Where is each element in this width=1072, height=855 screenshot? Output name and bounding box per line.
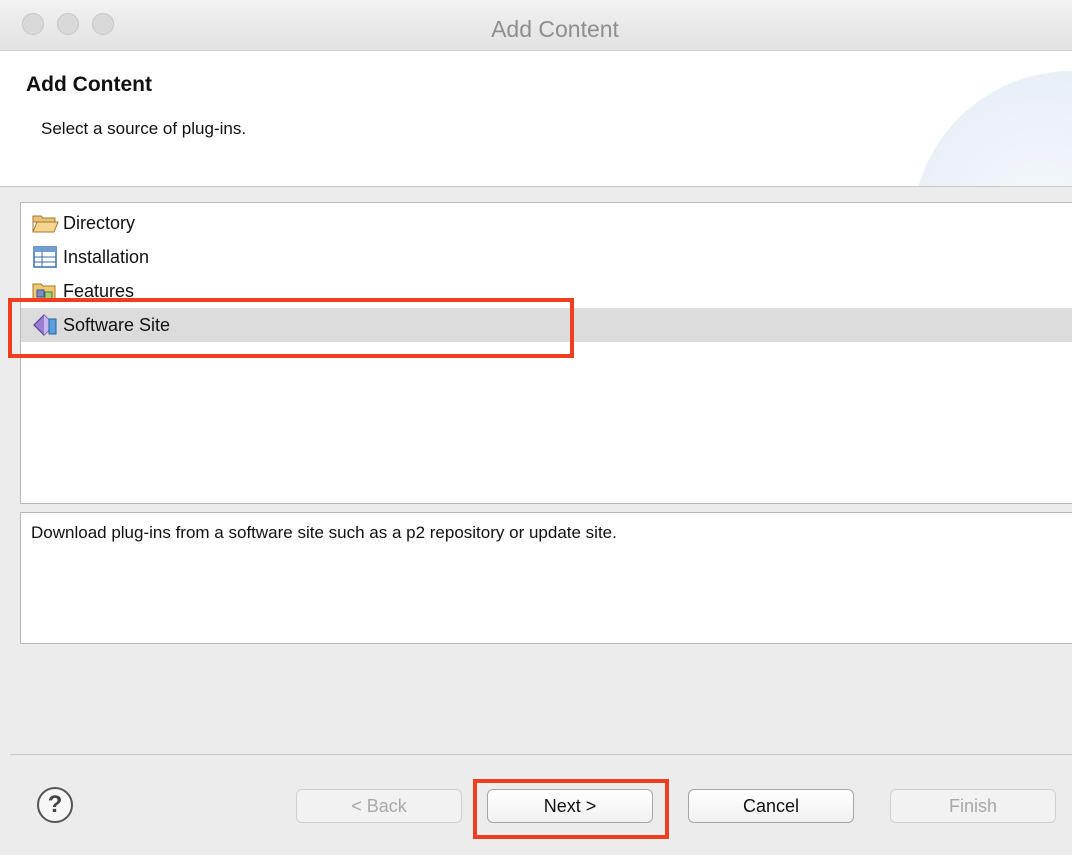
folder-open-icon [30,208,60,238]
back-button[interactable]: < Back [296,789,462,823]
window-title: Add Content [491,16,619,42]
installation-icon [30,242,60,272]
description-text: Download plug-ins from a software site s… [31,523,617,542]
list-item-label: Installation [63,246,150,267]
help-button[interactable]: ? [37,787,73,823]
next-button-highlight-box [473,779,669,839]
description-box: Download plug-ins from a software site s… [20,512,1072,644]
software-site-highlight-box [8,298,574,358]
finish-button[interactable]: Finish [890,789,1056,823]
list-item-directory[interactable]: Directory [21,206,1072,240]
title-bar: Add Content [0,0,1072,51]
wizard-header: Add Content Select a source of plug-ins. [0,51,1072,187]
list-item-installation[interactable]: Installation [21,240,1072,274]
list-item-label: Directory [63,212,136,233]
cancel-button[interactable]: Cancel [688,789,854,823]
header-banner-graphic [912,71,1072,186]
wizard-page-subtitle: Select a source of plug-ins. [41,119,247,138]
wizard-page-title: Add Content [26,73,152,96]
button-bar-divider [10,754,1072,755]
